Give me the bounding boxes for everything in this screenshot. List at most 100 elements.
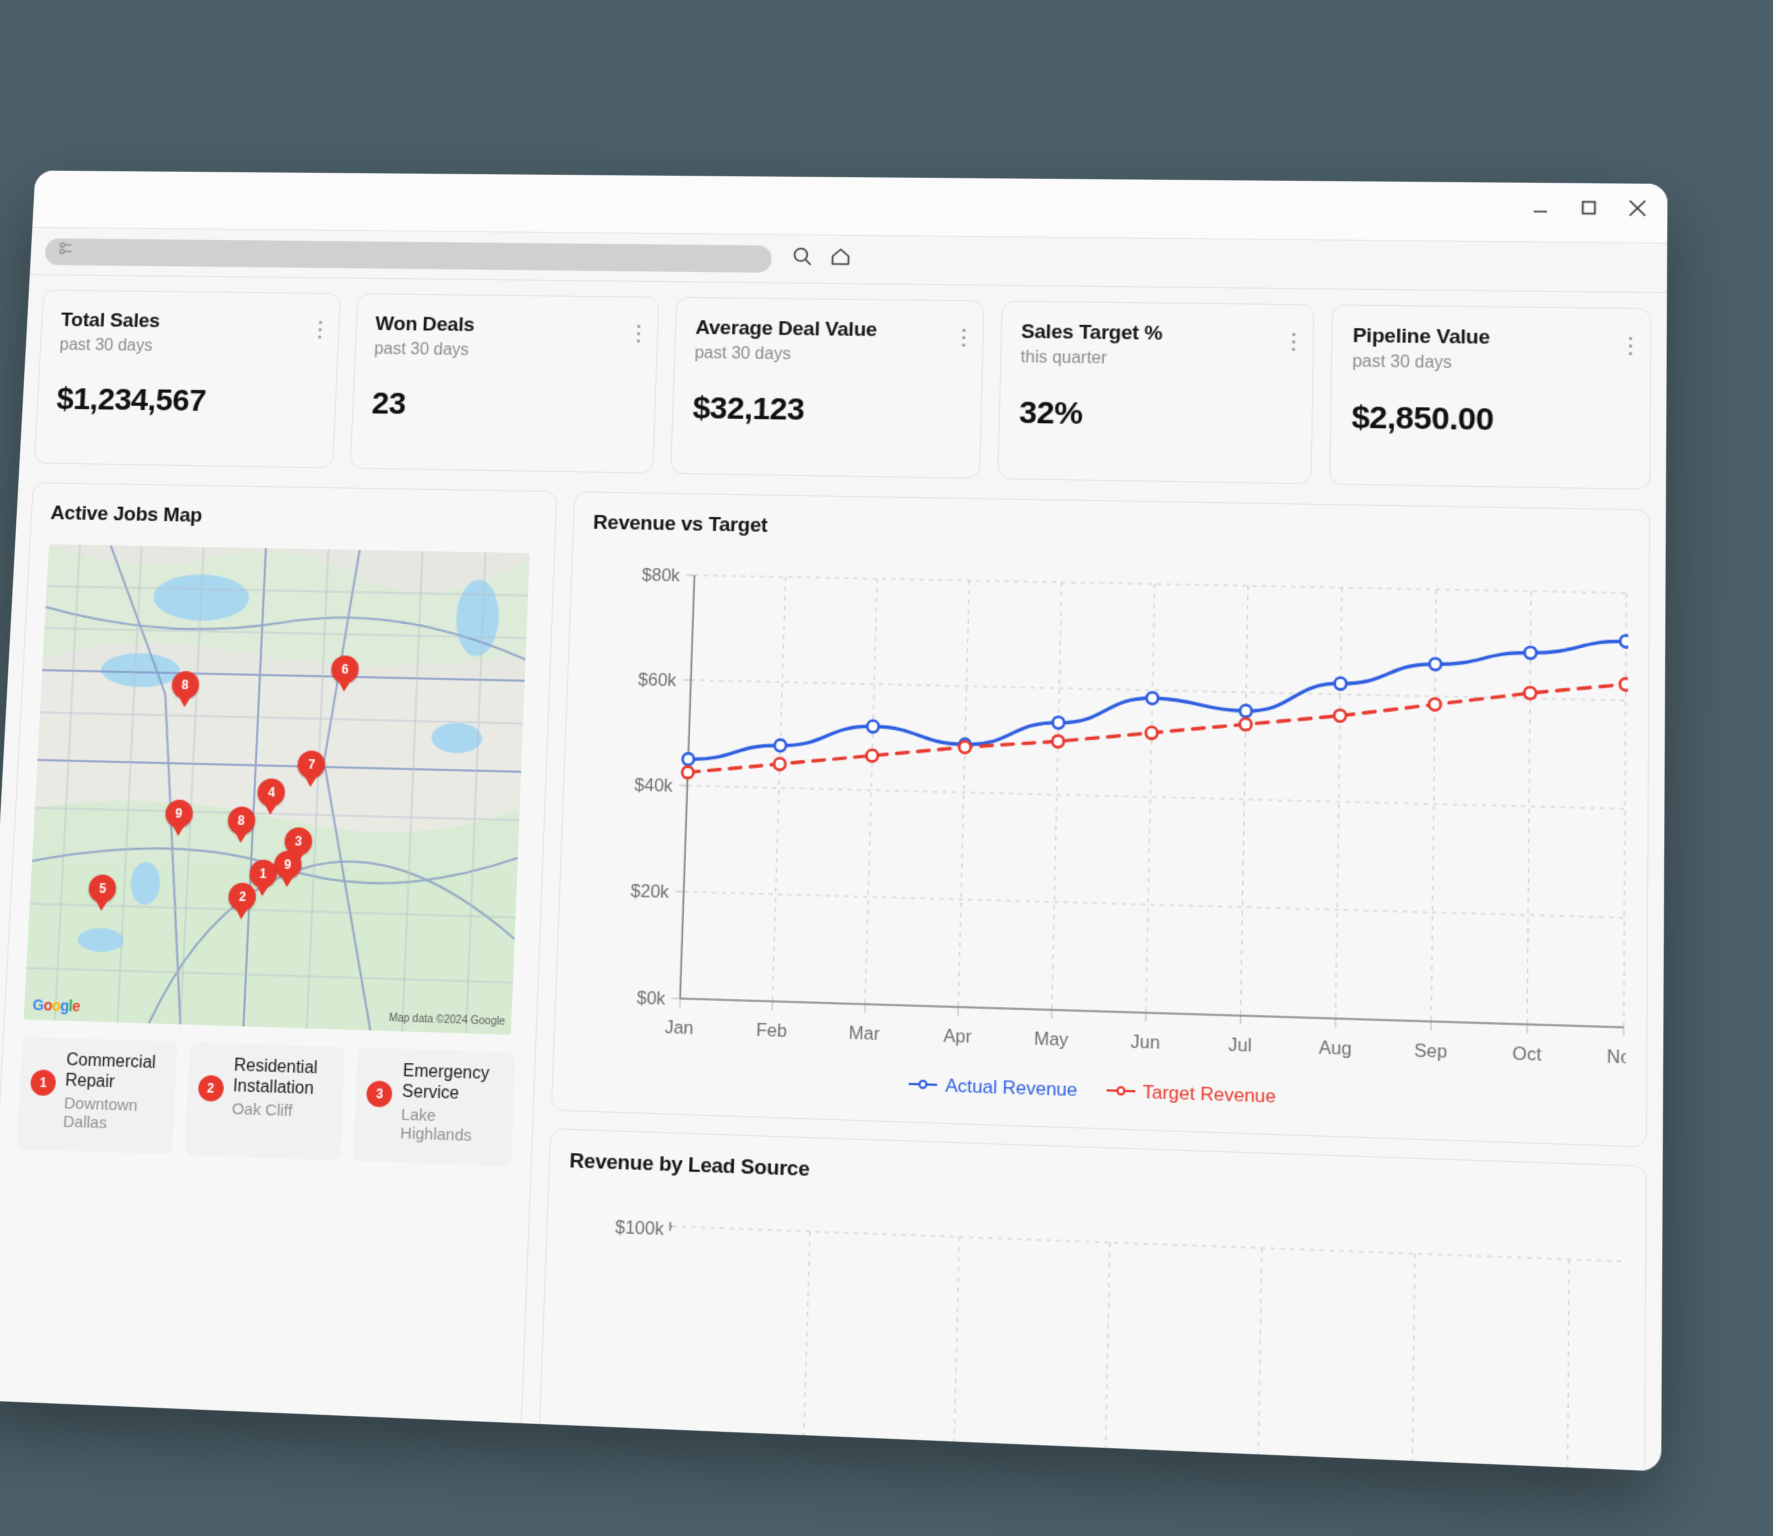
data-point[interactable] (682, 766, 694, 778)
dashboard-content: Total Sales past 30 days $1,234,567 Won … (0, 275, 1667, 1471)
data-point[interactable] (775, 740, 787, 752)
kebab-menu-icon[interactable] (318, 317, 322, 343)
kpi-subtitle: past 30 days (59, 336, 319, 358)
revenue-by-lead-source-panel: Revenue by Lead Source $100k (538, 1128, 1647, 1471)
data-point[interactable] (1429, 658, 1441, 670)
lead-source-y-tick: $100k (615, 1216, 665, 1239)
job-title: Residential Installation (232, 1056, 334, 1100)
kebab-menu-icon[interactable] (637, 321, 641, 347)
map-pin[interactable]: 2 (228, 883, 257, 920)
map-pin[interactable]: 6 (330, 656, 359, 693)
data-point[interactable] (1053, 717, 1065, 729)
kpi-card-won-deals[interactable]: Won Deals past 30 days 23 (349, 293, 659, 473)
x-axis-tick-label: Jan (664, 1016, 693, 1038)
kebab-menu-icon[interactable] (1292, 328, 1296, 355)
kpi-subtitle: past 30 days (694, 344, 962, 366)
data-point[interactable] (867, 720, 879, 732)
y-axis-tick-label: $0k (636, 987, 666, 1009)
kpi-card-total-sales[interactable]: Total Sales past 30 days $1,234,567 (34, 290, 341, 469)
data-point[interactable] (959, 741, 971, 753)
job-title: Emergency Service (402, 1062, 505, 1107)
legend-marker-actual-icon (909, 1074, 938, 1097)
data-point[interactable] (1429, 698, 1441, 710)
job-card[interactable]: 3 Emergency Service Lake Highlands (353, 1047, 515, 1166)
app-window: Total Sales past 30 days $1,234,567 Won … (0, 171, 1667, 1472)
map-pin[interactable]: 8 (170, 671, 199, 708)
kpi-value: 23 (371, 386, 636, 426)
job-number-badge: 1 (30, 1069, 56, 1096)
data-point[interactable] (1335, 678, 1347, 690)
link-icon (57, 239, 77, 263)
data-point[interactable] (1146, 692, 1158, 704)
kpi-value: $1,234,567 (56, 382, 317, 421)
map-pin[interactable]: 5 (88, 874, 117, 911)
x-axis-tick-label: May (1034, 1028, 1069, 1050)
job-number-badge: 2 (197, 1075, 224, 1102)
google-logo: Google (32, 996, 80, 1015)
data-point[interactable] (1240, 718, 1252, 730)
map-pin[interactable]: 4 (257, 778, 286, 815)
x-axis-tick-label: Nov (1607, 1045, 1629, 1068)
job-number-badge: 3 (366, 1080, 393, 1107)
map-pin[interactable]: 7 (297, 750, 326, 787)
job-legend-list: 1 Commercial Repair Downtown Dallas 2 Re… (17, 1037, 516, 1167)
kpi-title: Average Deal Value (695, 317, 963, 343)
maximize-icon[interactable] (1577, 196, 1601, 220)
x-axis-tick-label: Mar (848, 1022, 880, 1044)
data-point[interactable] (1620, 678, 1629, 690)
kpi-title: Total Sales (60, 309, 320, 335)
panel-title: Active Jobs Map (50, 502, 537, 534)
revenue-vs-target-panel: Revenue vs Target $0k $20k $40k $60k $80k Jan… (551, 491, 1650, 1147)
data-point[interactable] (1334, 710, 1346, 722)
x-axis-tick-label: Feb (756, 1019, 788, 1041)
data-point[interactable] (774, 758, 786, 770)
data-point[interactable] (1146, 727, 1158, 739)
job-location: Oak Cliff (231, 1100, 332, 1123)
job-location: Lake Highlands (400, 1105, 503, 1147)
job-title: Commercial Repair (65, 1051, 166, 1095)
data-point[interactable] (1052, 735, 1064, 747)
kpi-card-pipeline-value[interactable]: Pipeline Value past 30 days $2,850.00 (1330, 304, 1652, 489)
data-point[interactable] (1525, 647, 1537, 659)
data-point[interactable] (1524, 687, 1536, 699)
data-point[interactable] (1620, 635, 1629, 647)
charts-column: Revenue vs Target $0k $20k $40k $60k $80k Jan… (538, 491, 1651, 1471)
data-point[interactable] (1240, 705, 1252, 717)
map-pin[interactable]: 8 (227, 806, 256, 843)
job-card[interactable]: 2 Residential Installation Oak Cliff (184, 1042, 345, 1160)
kpi-title: Pipeline Value (1352, 325, 1630, 352)
minimize-icon[interactable] (1528, 196, 1552, 220)
x-axis-tick-label: Aug (1319, 1037, 1352, 1060)
kpi-title: Won Deals (375, 313, 639, 339)
kpi-card-average-deal-value[interactable]: Average Deal Value past 30 days $32,123 (670, 297, 984, 479)
home-icon[interactable] (828, 245, 852, 274)
kebab-menu-icon[interactable] (1629, 333, 1632, 360)
desktop-background: Total Sales past 30 days $1,234,567 Won … (0, 0, 1773, 1536)
y-axis-tick-label: $60k (638, 669, 677, 690)
legend-label-actual: Actual Revenue (945, 1075, 1078, 1101)
kpi-subtitle: past 30 days (374, 340, 638, 362)
kpi-value: $32,123 (692, 391, 961, 431)
kebab-menu-icon[interactable] (962, 324, 966, 351)
data-point[interactable] (682, 753, 694, 765)
y-axis-tick-label: $20k (630, 880, 669, 902)
legend-marker-target-icon (1106, 1080, 1135, 1103)
data-point[interactable] (866, 750, 878, 762)
x-axis-tick-label: Oct (1512, 1043, 1541, 1066)
kpi-card-sales-target[interactable]: Sales Target % this quarter 32% (997, 301, 1315, 485)
kpi-row: Total Sales past 30 days $1,234,567 Won … (34, 290, 1652, 490)
address-bar[interactable] (45, 238, 772, 273)
kpi-value: 32% (1019, 395, 1293, 435)
kpi-title: Sales Target % (1021, 321, 1294, 348)
revenue-vs-target-chart: $0k $20k $40k $60k $80k Jan Feb Mar Apr May Jun Jul… (573, 554, 1628, 1095)
close-icon[interactable] (1625, 196, 1649, 220)
job-card[interactable]: 1 Commercial Repair Downtown Dallas (17, 1037, 177, 1155)
map-pin[interactable]: 9 (273, 850, 302, 887)
kpi-subtitle: this quarter (1020, 349, 1293, 372)
map-pin[interactable]: 9 (164, 800, 193, 837)
map-canvas[interactable]: 8 6 7 4 9 8 3 9 1 2 5 Google Map data ©2… (24, 544, 530, 1035)
search-icon[interactable] (790, 245, 814, 274)
kpi-value: $2,850.00 (1351, 400, 1629, 441)
legend-item-actual[interactable]: Actual Revenue (909, 1074, 1078, 1102)
legend-item-target[interactable]: Target Revenue (1106, 1080, 1276, 1108)
